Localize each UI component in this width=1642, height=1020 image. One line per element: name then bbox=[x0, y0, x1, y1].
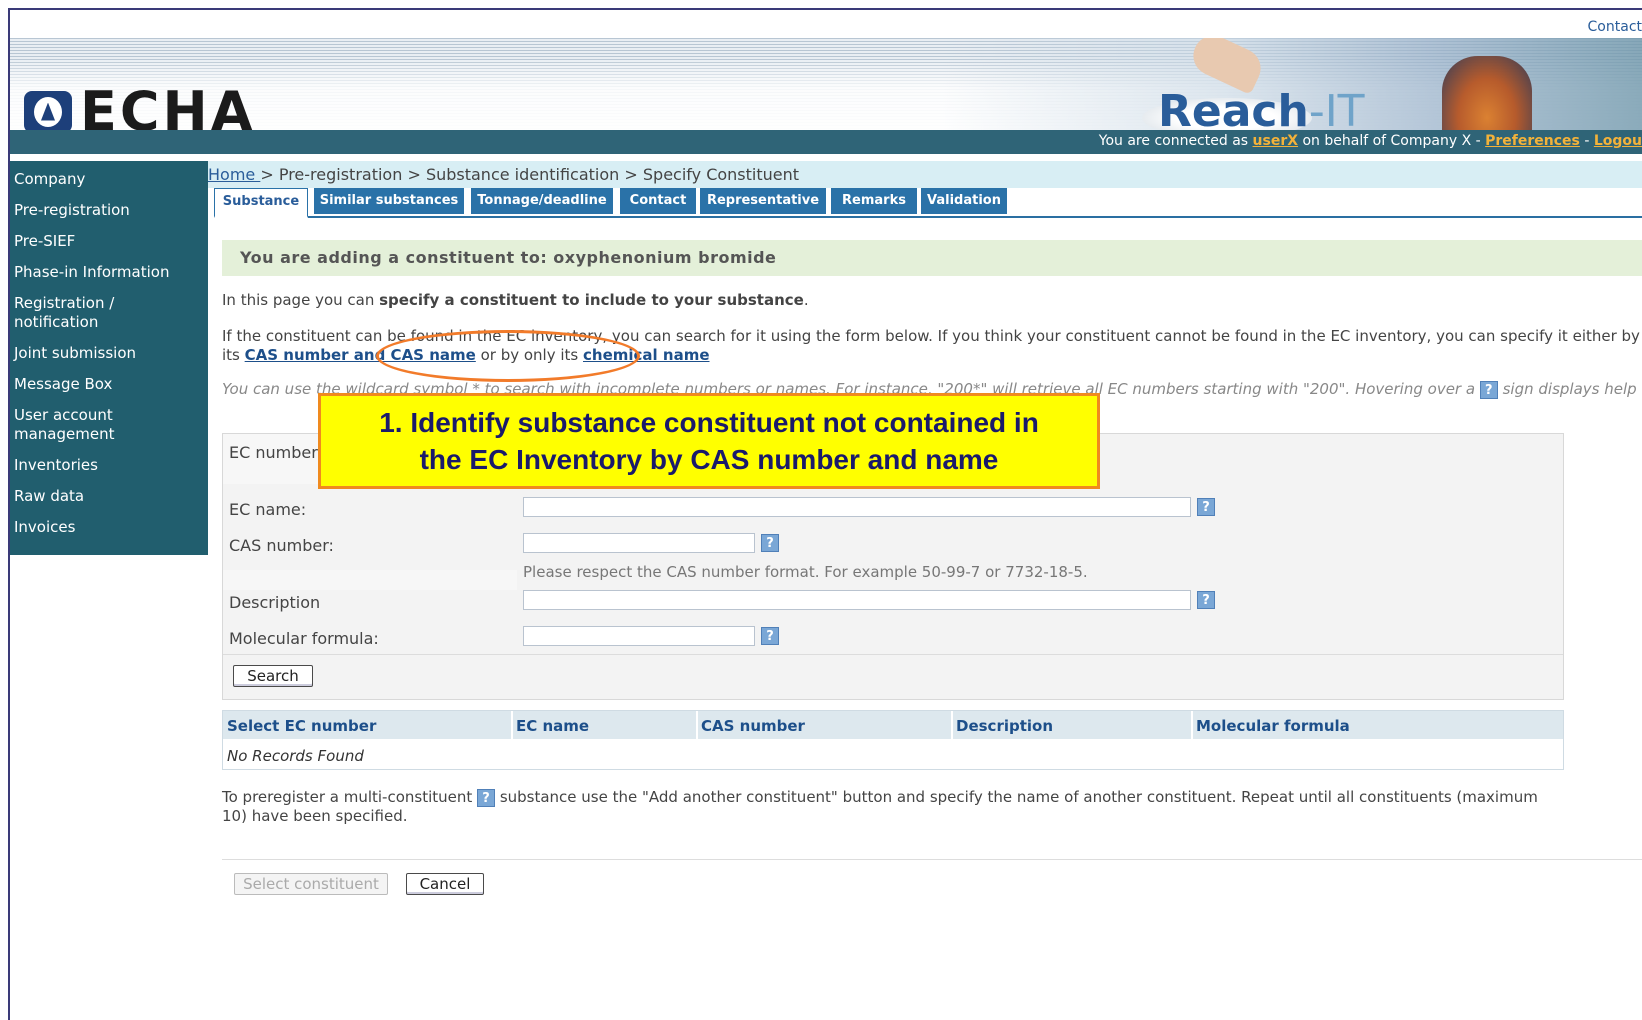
breadcrumb-path: > Pre-registration > Substance identific… bbox=[260, 165, 800, 184]
sidebar-item-company[interactable]: Company bbox=[10, 165, 208, 196]
highlight-ellipse bbox=[376, 330, 640, 382]
help-icon[interactable]: ? bbox=[1479, 380, 1498, 399]
sidebar-nav: Company Pre-registration Pre-SIEF Phase-… bbox=[10, 161, 208, 555]
sidebar-item-invoices[interactable]: Invoices bbox=[10, 513, 208, 544]
column-cas-number[interactable]: CAS number bbox=[701, 717, 805, 735]
molecular-formula-help-icon[interactable]: ? bbox=[761, 627, 779, 645]
breadcrumb: Home > Pre-registration > Substance iden… bbox=[208, 165, 799, 184]
molecular-formula-label: Molecular formula: bbox=[229, 629, 379, 648]
sidebar-item-registration[interactable]: Registration / notification bbox=[10, 289, 128, 339]
tab-contact[interactable]: Contact bbox=[620, 188, 696, 214]
ec-name-label: EC name: bbox=[229, 500, 307, 519]
cas-number-label: CAS number: bbox=[229, 536, 334, 555]
description-label: Description bbox=[229, 593, 321, 612]
search-button[interactable]: Search bbox=[233, 665, 313, 687]
description-help-icon[interactable]: ? bbox=[1197, 591, 1215, 609]
sidebar-item-pre-sief[interactable]: Pre-SIEF bbox=[10, 227, 208, 258]
info-banner: You are adding a constituent to: oxyphen… bbox=[222, 240, 1642, 276]
app-window: Contact ECHA Reach-IT You are connected … bbox=[8, 8, 1642, 1020]
ec-name-input[interactable] bbox=[523, 497, 1191, 517]
tab-substance[interactable]: Substance bbox=[214, 188, 308, 218]
header-banner: ECHA Reach-IT bbox=[10, 38, 1642, 144]
divider bbox=[222, 859, 1642, 860]
results-header: Select EC number EC name CAS number Desc… bbox=[223, 711, 1563, 739]
echa-logo-icon bbox=[24, 90, 72, 133]
breadcrumb-home-link[interactable]: Home bbox=[208, 165, 260, 184]
multi-constituent-help: To preregister a multi-constituent ? sub… bbox=[222, 788, 1538, 825]
cancel-button[interactable]: Cancel bbox=[406, 873, 484, 895]
column-select-ec-number[interactable]: Select EC number bbox=[227, 717, 376, 735]
column-ec-name[interactable]: EC name bbox=[516, 717, 589, 735]
select-constituent-button[interactable]: Select constituent bbox=[234, 873, 388, 895]
intro-text: In this page you can specify a constitue… bbox=[222, 291, 809, 309]
tab-representative[interactable]: Representative bbox=[700, 188, 826, 214]
cas-number-help-icon[interactable]: ? bbox=[761, 534, 779, 552]
no-records-text: No Records Found bbox=[227, 747, 364, 765]
connection-bar: You are connected as userX on behalf of … bbox=[10, 130, 1642, 154]
contact-link[interactable]: Contact bbox=[1588, 19, 1642, 35]
sidebar-item-pre-registration[interactable]: Pre-registration bbox=[10, 196, 208, 227]
sidebar-item-joint-submission[interactable]: Joint submission bbox=[10, 339, 208, 370]
tab-similar-substances[interactable]: Similar substances bbox=[314, 188, 464, 214]
tab-remarks[interactable]: Remarks bbox=[831, 188, 917, 214]
cas-number-input[interactable] bbox=[523, 533, 755, 553]
molecular-formula-input[interactable] bbox=[523, 626, 755, 646]
ec-number-label: EC number bbox=[229, 443, 318, 462]
results-table: Select EC number EC name CAS number Desc… bbox=[222, 710, 1564, 770]
sidebar-item-raw-data[interactable]: Raw data bbox=[10, 482, 208, 513]
sidebar-item-message-box[interactable]: Message Box bbox=[10, 370, 208, 401]
multi-constituent-help-icon[interactable]: ? bbox=[477, 788, 496, 807]
description-input[interactable] bbox=[523, 590, 1191, 610]
connection-status: You are connected as userX on behalf of … bbox=[1098, 133, 1642, 149]
preferences-link[interactable]: Preferences bbox=[1485, 133, 1580, 149]
sidebar-item-phase-in-information[interactable]: Phase-in Information bbox=[10, 258, 208, 289]
logout-link[interactable]: Logou bbox=[1594, 133, 1642, 149]
tab-validation[interactable]: Validation bbox=[921, 188, 1007, 214]
tab-tonnage-deadline[interactable]: Tonnage/deadline bbox=[471, 188, 613, 214]
tab-bar: Substance Similar substances Tonnage/dea… bbox=[214, 188, 1642, 218]
sidebar-item-user-account-management[interactable]: User account management bbox=[10, 401, 128, 451]
cas-format-hint: Please respect the CAS number format. Fo… bbox=[523, 563, 1088, 581]
annotation-callout: 1. Identify substance constituent not co… bbox=[318, 393, 1100, 489]
user-link[interactable]: userX bbox=[1253, 133, 1299, 149]
top-bar: Contact bbox=[10, 10, 1642, 38]
column-description[interactable]: Description bbox=[956, 717, 1053, 735]
ec-name-help-icon[interactable]: ? bbox=[1197, 498, 1215, 516]
breadcrumb-bar: Home > Pre-registration > Substance iden… bbox=[208, 161, 1642, 188]
column-molecular-formula[interactable]: Molecular formula bbox=[1196, 717, 1350, 735]
sidebar-item-inventories[interactable]: Inventories bbox=[10, 451, 208, 482]
